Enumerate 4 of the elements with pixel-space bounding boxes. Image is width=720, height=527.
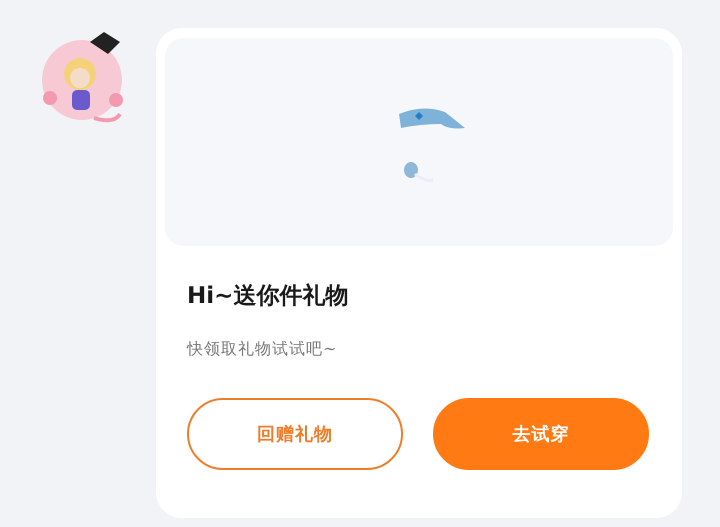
gift-message: 快领取礼物试试吧~ bbox=[187, 339, 338, 360]
try-on-button[interactable]: 去试穿 bbox=[433, 398, 649, 470]
return-gift-button[interactable]: 回赠礼物 bbox=[187, 398, 403, 470]
gift-title: Hi~送你件礼物 bbox=[187, 282, 350, 311]
